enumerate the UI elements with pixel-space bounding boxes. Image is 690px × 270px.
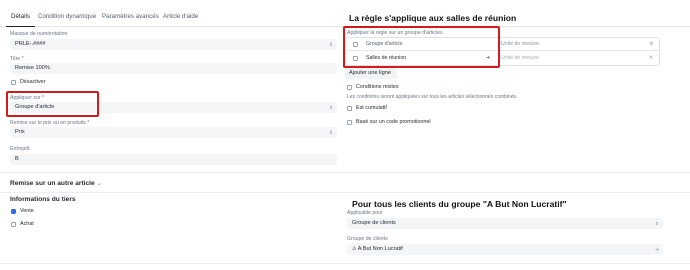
code-promo-label: Basé sur un code promotionnel (356, 119, 431, 125)
remise-autre-article-toggle[interactable]: Remise sur un autre article ⌄ (10, 179, 102, 187)
achat-label: Achat (20, 221, 34, 227)
tab-bar: Détails Condition dynamique Paramètres a… (0, 9, 690, 27)
groupe-clients-label: Groupe de clients (347, 236, 388, 242)
row-unite-mesure[interactable]: Unité de mesure (501, 52, 539, 65)
desactiver-checkbox[interactable] (11, 80, 16, 85)
conditions-mixtes-checkbox[interactable] (347, 85, 352, 90)
applicable-pour-select[interactable]: Groupe de clients ⇕ (347, 218, 663, 229)
desactiver-label: Désactiver (20, 79, 46, 85)
est-cumulatif-checkbox[interactable] (347, 106, 352, 111)
est-cumulatif-label: Est cumulatif (356, 105, 387, 111)
groupe-clients-value: A But Non Lucratif (357, 246, 403, 252)
divider (0, 263, 690, 264)
arrow-right-icon[interactable]: ➔ (655, 244, 659, 255)
entrepot-label: Entrepôt (10, 146, 30, 152)
header-unite-mesure: Unité de mesure (501, 41, 540, 47)
updown-icon: ⇕ (329, 105, 333, 110)
edit-icon[interactable]: ✎ (649, 52, 653, 65)
conditions-mixtes-label: Conditions mixtes (356, 84, 399, 90)
achat-checkbox[interactable] (11, 222, 16, 227)
vente-checkbox[interactable] (11, 209, 16, 214)
masque-select[interactable]: PRLE-.#### ⇕ (10, 39, 337, 50)
updown-icon: ⇕ (329, 130, 333, 135)
divider (0, 172, 690, 173)
remise-prix-label: Remise sur le prix ou en produits * (10, 120, 90, 126)
annotation-box-groupe (343, 26, 500, 68)
applicable-pour-label: Applicable pour (347, 210, 383, 216)
ajouter-ligne-button[interactable]: Ajouter une ligne (345, 68, 397, 79)
entrepot-value: B (15, 156, 19, 162)
applicable-pour-value: Groupe de clients (352, 220, 396, 226)
entrepot-input[interactable]: B (10, 154, 337, 165)
titre-input[interactable]: Remise 100% (10, 63, 337, 74)
titre-label: Titre * (10, 56, 24, 62)
tab-article-aide[interactable]: Article d'aide (158, 9, 203, 27)
masque-value: PRLE-.#### (15, 41, 46, 47)
annotation-top: La règle s'applique aux salles de réunio… (349, 13, 517, 23)
tab-parametres-avances[interactable]: Paramètres avancés (97, 9, 164, 27)
divider (0, 192, 690, 193)
annotation-tiers: Pour tous les clients du groupe "A But N… (352, 199, 567, 209)
vente-label: Vente (20, 208, 34, 214)
tab-condition-dynamique[interactable]: Condition dynamique (33, 9, 101, 27)
updown-icon: ⇕ (655, 221, 659, 226)
conditions-mixtes-help: Les conditions seront appliquées sur tou… (347, 94, 518, 100)
settings-icon[interactable]: ⚙ (649, 38, 654, 51)
updown-icon: ⇕ (329, 42, 333, 47)
groupe-clients-select[interactable]: ⚠ A But Non Lucratif ➔ (347, 244, 663, 255)
remise-prix-select[interactable]: Prix ⇕ (10, 127, 337, 138)
masque-label: Masque de numérotation (10, 31, 68, 37)
titre-value: Remise 100% (15, 65, 50, 71)
code-promo-checkbox[interactable] (347, 120, 352, 125)
chevron-down-icon: ⌄ (96, 180, 103, 187)
warning-icon: ⚠ (352, 246, 357, 252)
tiers-section-title: Informations du tiers (10, 196, 76, 203)
annotation-box-appliquer-sur (6, 91, 99, 117)
tab-details[interactable]: Détails (6, 9, 35, 27)
remise-prix-value: Prix (15, 129, 25, 135)
